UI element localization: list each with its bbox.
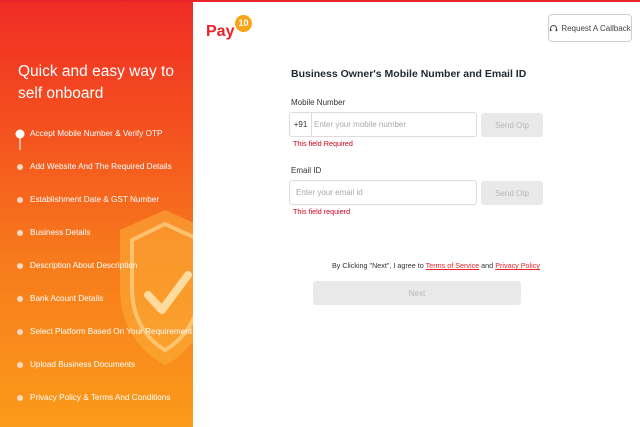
step-dot-icon [17, 196, 23, 203]
step-item[interactable]: Bank Acount Details [12, 282, 192, 315]
step-dot-icon [17, 361, 23, 368]
step-label: Privacy Policy & Terms And Conditions [30, 393, 171, 402]
step-dot-icon [17, 229, 23, 236]
step-dot-icon [17, 328, 23, 335]
email-id-label: Email ID [291, 166, 322, 175]
logo-badge: 10 [235, 15, 252, 32]
onboarding-steps: Accept Mobile Number & Verify OTP Add We… [12, 117, 192, 414]
sidebar-title: Quick and easy way to self onboard [18, 63, 174, 102]
step-item[interactable]: Description About Description [12, 249, 192, 282]
mobile-number-input[interactable] [314, 115, 474, 134]
step-label: Select Platform Based On Your Requiremen… [30, 327, 193, 336]
mobile-number-field: +91 [289, 112, 477, 137]
send-otp-email-button[interactable]: Send Otp [481, 181, 543, 205]
logo-text: Pay [206, 23, 235, 40]
send-otp-mobile-button[interactable]: Send Otp [481, 113, 543, 137]
step-label: Bank Acount Details [30, 294, 104, 303]
form-title: Business Owner's Mobile Number and Email… [291, 68, 527, 80]
step-dot-icon [17, 295, 23, 302]
payio-logo[interactable]: Pay 10 [206, 14, 266, 46]
step-item[interactable]: Select Platform Based On Your Requiremen… [12, 315, 192, 348]
terms-of-service-link[interactable]: Terms of Service [426, 261, 480, 270]
mobile-number-label: Mobile Number [291, 98, 346, 107]
step-item[interactable]: Business Details [12, 216, 192, 249]
top-accent-bar [0, 0, 640, 2]
consent-prefix: By Clicking "Next", I agree to [332, 261, 426, 270]
terms-consent-text: By Clicking "Next", I agree to Terms of … [332, 261, 540, 270]
email-error-message: This field requierd [293, 207, 351, 216]
step-item[interactable]: Privacy Policy & Terms And Conditions [12, 381, 192, 414]
callback-label: Request A Callback [561, 23, 631, 33]
privacy-policy-link[interactable]: Privacy Policy [495, 261, 540, 270]
step-label: Upload Business Documents [30, 360, 136, 369]
mobile-error-message: This field Required [293, 139, 353, 148]
step-label: Add Website And The Required Details [30, 162, 172, 171]
step-item[interactable]: Upload Business Documents [12, 348, 192, 381]
step-dot-icon [17, 163, 23, 170]
step-item[interactable]: Establishment Date & GST Number [12, 183, 192, 216]
email-input[interactable] [296, 183, 472, 202]
email-id-field [289, 180, 477, 205]
headset-icon [550, 24, 558, 31]
step-item[interactable]: Add Website And The Required Details [12, 150, 192, 183]
step-dot-icon [17, 262, 23, 269]
step-label: Accept Mobile Number & Verify OTP [30, 129, 163, 138]
next-button[interactable]: Next [313, 281, 521, 305]
step-connector [19, 133, 21, 150]
step-item[interactable]: Accept Mobile Number & Verify OTP [12, 117, 192, 150]
step-label: Description About Description [30, 261, 138, 270]
request-callback-button[interactable]: Request A Callback [548, 14, 632, 42]
consent-and: and [479, 261, 496, 270]
step-label: Business Details [30, 228, 91, 237]
onboarding-sidebar: Quick and easy way to self onboard Accep… [0, 0, 193, 427]
country-code-prefix: +91 [290, 113, 312, 136]
step-dot-icon [17, 394, 23, 401]
step-label: Establishment Date & GST Number [30, 195, 160, 204]
